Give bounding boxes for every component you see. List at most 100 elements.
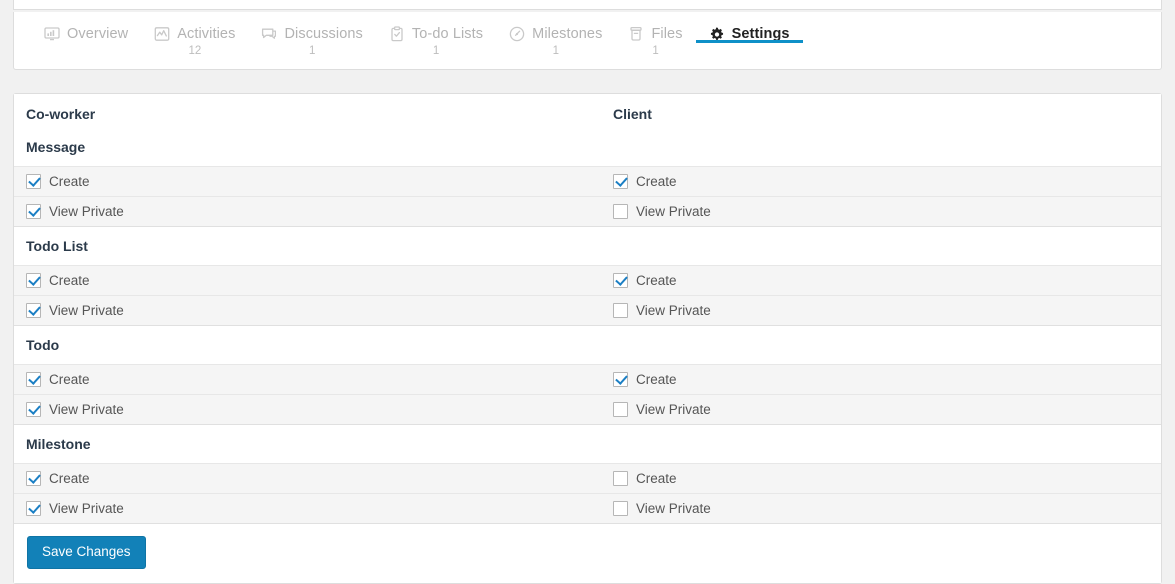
tab-settings[interactable]: Settings <box>695 12 803 43</box>
checkbox-label[interactable]: View Private <box>49 501 124 516</box>
tab-content: To-do Lists <box>389 26 483 42</box>
permissions-footer: Save Changes <box>14 524 1161 583</box>
project-tab-panel: Overview Activities 12 Discussions 1 To-do… <box>13 12 1162 70</box>
permission-row-group: Create Create View Private View Private <box>14 266 1161 326</box>
permission-cell-coworker: Create <box>14 464 601 493</box>
checkbox-client-create[interactable] <box>613 372 628 387</box>
tab-overview[interactable]: Overview <box>31 12 141 42</box>
permission-cell-client: Create <box>601 464 1161 493</box>
checkbox-client-view-private[interactable] <box>613 501 628 516</box>
checkbox-coworker-create[interactable] <box>26 273 41 288</box>
checkbox-label[interactable]: Create <box>49 273 90 288</box>
table-row: View Private View Private <box>14 197 1161 227</box>
tab-label: Discussions <box>284 26 363 42</box>
tab-content: Activities <box>154 26 235 42</box>
section-title-todo-list: Todo List <box>14 227 1161 266</box>
tab-label: Milestones <box>532 26 603 42</box>
section-title-message: Message <box>14 122 1161 167</box>
save-changes-button[interactable]: Save Changes <box>27 536 146 569</box>
checkbox-label[interactable]: View Private <box>636 303 711 318</box>
tab-label: To-do Lists <box>411 26 484 42</box>
checkbox-label[interactable]: View Private <box>49 204 124 219</box>
permission-cell-coworker: View Private <box>14 197 601 226</box>
tab-label: Files <box>651 26 683 42</box>
tab-content: Overview <box>44 26 128 42</box>
permission-sections: Message Create Create View Private View Priv… <box>14 122 1161 524</box>
checkbox-label[interactable]: Create <box>49 471 90 486</box>
checkbox-coworker-create[interactable] <box>26 372 41 387</box>
tab-count-badge: 1 <box>652 45 659 57</box>
checkbox-client-view-private[interactable] <box>613 402 628 417</box>
permission-cell-client: View Private <box>601 197 1161 226</box>
tab-label: Activities <box>177 26 236 42</box>
permission-cell-coworker: Create <box>14 167 601 196</box>
active-tab-indicator <box>695 40 803 43</box>
table-row: View Private View Private <box>14 395 1161 425</box>
checkbox-coworker-view-private[interactable] <box>26 303 41 318</box>
table-row: Create Create <box>14 167 1161 197</box>
checkbox-client-create[interactable] <box>613 273 628 288</box>
permission-cell-coworker: Create <box>14 365 601 394</box>
checkbox-label[interactable]: View Private <box>49 402 124 417</box>
tab-count-badge: 12 <box>188 45 202 57</box>
tab-content: Discussions <box>261 26 363 42</box>
activity-chart-icon <box>154 26 170 42</box>
checkbox-label[interactable]: Create <box>636 471 677 486</box>
checkbox-client-view-private[interactable] <box>613 204 628 219</box>
monitor-chart-icon <box>44 26 60 42</box>
table-row: View Private View Private <box>14 296 1161 326</box>
checkbox-coworker-view-private[interactable] <box>26 501 41 516</box>
checkbox-coworker-view-private[interactable] <box>26 402 41 417</box>
permission-cell-coworker: Create <box>14 266 601 295</box>
tab-count-badge: 1 <box>552 45 559 57</box>
permissions-header-row: Co-worker Client <box>14 94 1161 122</box>
tab-milestones[interactable]: Milestones 1 <box>496 12 615 58</box>
gauge-icon <box>509 26 525 42</box>
tab-count-badge: 1 <box>308 45 316 57</box>
tab-files[interactable]: Files 1 <box>615 12 695 58</box>
checkbox-label[interactable]: Create <box>636 273 677 288</box>
permission-cell-coworker: View Private <box>14 395 601 424</box>
section-title-todo: Todo <box>14 326 1161 365</box>
checkbox-label[interactable]: Create <box>49 174 90 189</box>
permission-cell-coworker: View Private <box>14 296 601 325</box>
checkbox-label[interactable]: Create <box>636 372 677 387</box>
tab-to-do-lists[interactable]: To-do Lists 1 <box>376 12 496 58</box>
checkbox-label[interactable]: View Private <box>636 204 711 219</box>
checkbox-coworker-create[interactable] <box>26 174 41 189</box>
checkbox-label[interactable]: View Private <box>49 303 124 318</box>
checkbox-client-create[interactable] <box>613 174 628 189</box>
table-row: Create Create <box>14 266 1161 296</box>
permission-cell-client: View Private <box>601 296 1161 325</box>
page-header-strip <box>13 0 1162 10</box>
permission-row-group: Create Create View Private View Private <box>14 365 1161 425</box>
permissions-panel: Co-worker Client Message Create Create View… <box>13 93 1162 584</box>
speech-bubble-icon <box>261 26 277 42</box>
tab-discussions[interactable]: Discussions 1 <box>248 12 375 58</box>
permission-cell-client: Create <box>601 266 1161 295</box>
checkbox-coworker-view-private[interactable] <box>26 204 41 219</box>
permission-row-group: Create Create View Private View Private <box>14 167 1161 227</box>
permission-cell-client: Create <box>601 365 1161 394</box>
table-row: Create Create <box>14 365 1161 395</box>
tab-content: Files <box>628 26 682 42</box>
tab-content: Milestones <box>509 26 602 42</box>
permission-cell-client: View Private <box>601 494 1161 523</box>
clipboard-check-icon <box>389 26 405 42</box>
section-title-milestone: Milestone <box>14 425 1161 464</box>
table-row: Create Create <box>14 464 1161 494</box>
permission-cell-client: Create <box>601 167 1161 196</box>
checkbox-client-create[interactable] <box>613 471 628 486</box>
permission-row-group: Create Create View Private View Private <box>14 464 1161 524</box>
table-row: View Private View Private <box>14 494 1161 524</box>
tab-activities[interactable]: Activities 12 <box>141 12 248 58</box>
project-tabs: Overview Activities 12 Discussions 1 To-do… <box>14 12 1161 69</box>
tab-count-badge: 1 <box>432 45 440 57</box>
checkbox-coworker-create[interactable] <box>26 471 41 486</box>
permission-cell-coworker: View Private <box>14 494 601 523</box>
checkbox-label[interactable]: Create <box>49 372 90 387</box>
checkbox-label[interactable]: View Private <box>636 402 711 417</box>
checkbox-label[interactable]: View Private <box>636 501 711 516</box>
checkbox-client-view-private[interactable] <box>613 303 628 318</box>
checkbox-label[interactable]: Create <box>636 174 677 189</box>
